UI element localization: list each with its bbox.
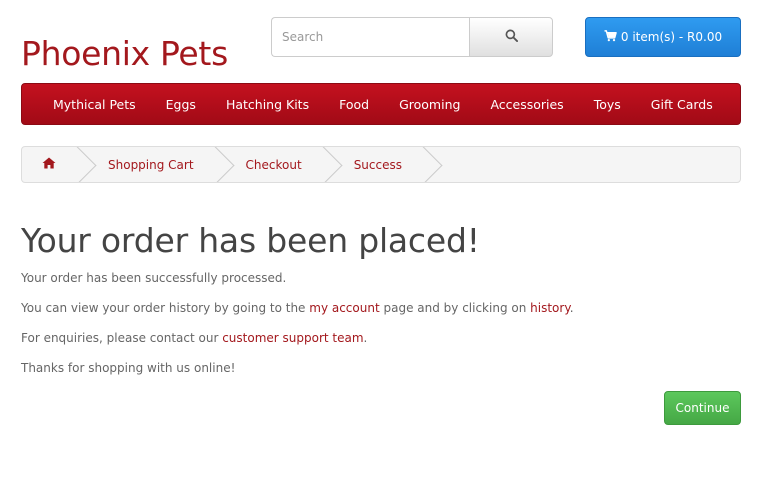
cart-summary: 0 item(s) - R0.00 <box>620 30 723 44</box>
menu-item-mythical-pets[interactable]: Mythical Pets <box>38 97 151 112</box>
search-bar <box>271 17 553 57</box>
main-menu: Mythical Pets Eggs Hatching Kits Food Gr… <box>21 83 741 125</box>
order-history-text-2: page and by clicking on <box>379 301 531 315</box>
menu-item-gift-cards[interactable]: Gift Cards <box>636 97 728 112</box>
breadcrumb-home[interactable] <box>22 147 78 182</box>
breadcrumb: Shopping Cart Checkout Success <box>21 146 741 183</box>
search-icon <box>505 29 518 45</box>
order-history-message: You can view your order history by going… <box>21 301 574 315</box>
breadcrumb-shopping-cart[interactable]: Shopping Cart <box>78 147 216 182</box>
store-logo[interactable]: Phoenix Pets <box>21 34 228 73</box>
menu-item-accessories[interactable]: Accessories <box>475 97 578 112</box>
order-history-text-3: . <box>569 301 574 315</box>
menu-item-hatching-kits[interactable]: Hatching Kits <box>211 97 324 112</box>
enquiries-text-1: For enquiries, please contact our <box>21 331 223 345</box>
order-history-text-1: You can view your order history by going… <box>21 301 310 315</box>
success-message: Your order has been successfully process… <box>21 271 287 285</box>
search-input[interactable] <box>271 17 469 57</box>
thanks-message: Thanks for shopping with us online! <box>21 361 236 375</box>
breadcrumb-checkout[interactable]: Checkout <box>216 147 324 182</box>
shopping-cart-icon <box>604 29 617 45</box>
my-account-link[interactable]: my account <box>309 301 379 315</box>
menu-item-eggs[interactable]: Eggs <box>151 97 211 112</box>
page-title: Your order has been placed! <box>21 221 480 260</box>
continue-button[interactable]: Continue <box>664 391 741 425</box>
enquiries-message: For enquiries, please contact our custom… <box>21 331 367 345</box>
menu-item-toys[interactable]: Toys <box>579 97 636 112</box>
menu-item-grooming[interactable]: Grooming <box>384 97 475 112</box>
customer-support-link[interactable]: customer support team <box>222 331 363 345</box>
breadcrumb-success[interactable]: Success <box>324 147 424 182</box>
enquiries-text-2: . <box>363 331 368 345</box>
home-icon <box>42 157 56 172</box>
menu-item-food[interactable]: Food <box>324 97 384 112</box>
cart-button[interactable]: 0 item(s) - R0.00 <box>585 17 741 57</box>
search-button[interactable] <box>469 17 553 57</box>
history-link[interactable]: history <box>530 301 570 315</box>
